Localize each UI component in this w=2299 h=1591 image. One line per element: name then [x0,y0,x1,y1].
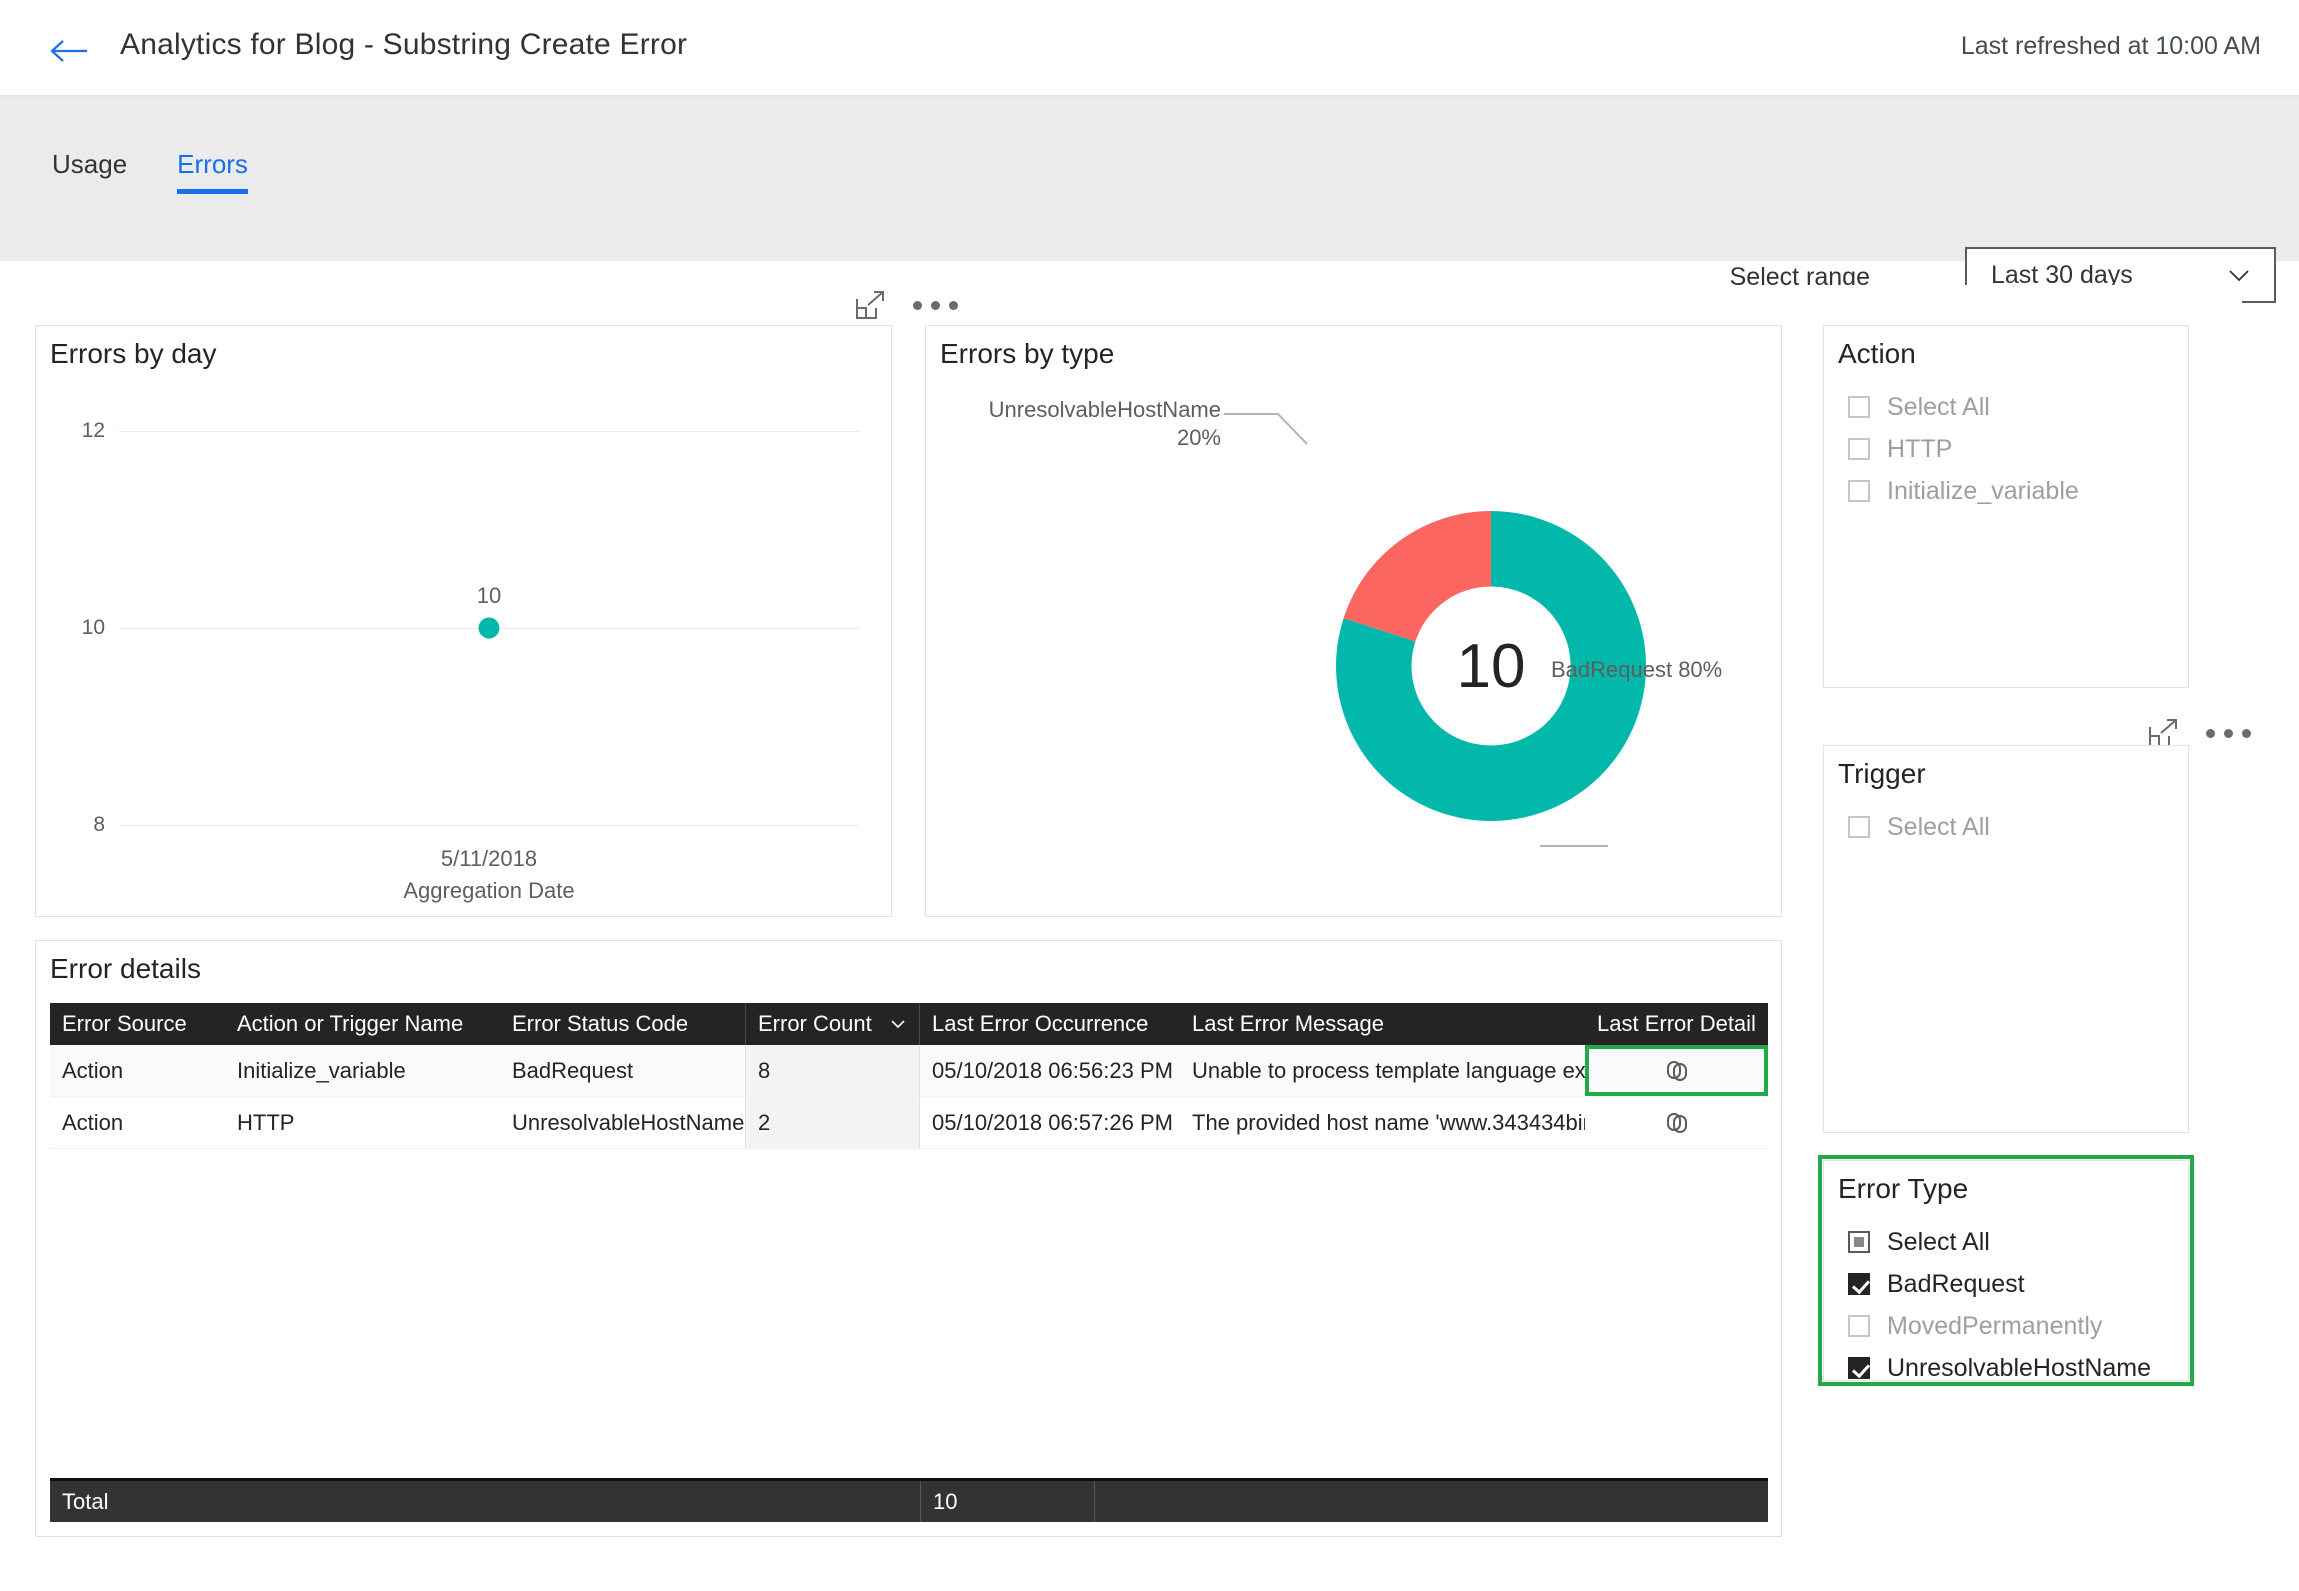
errors-by-day-xaxis: 5/11/2018 Aggregation Date [119,326,859,916]
trigger-slicer-list: Select All [1848,806,1990,848]
slicer-item-label: MovedPermanently [1887,1312,2102,1341]
cell-last-error-message: The provided host name 'www.343434bing.c… [1180,1097,1585,1148]
donut-label-value: 20% [971,424,1221,452]
y-tick-label: 8 [93,813,105,837]
link-detail-icon[interactable] [1661,1055,1693,1087]
focus-mode-icon[interactable] [855,290,885,320]
tab-usage[interactable]: Usage [52,149,127,194]
checkbox-icon[interactable] [1848,438,1870,460]
slicer-item-http[interactable]: HTTP [1848,428,2079,470]
slicer-item-initialize-variable[interactable]: Initialize_variable [1848,470,2079,512]
slicer-item-label: Select All [1887,813,1990,842]
table-header-row: Error Source Action or Trigger Name Erro… [50,1003,1768,1045]
column-header-error-count-label: Error Count [758,1011,872,1037]
total-spacer [1095,1481,1768,1522]
back-arrow-icon [49,38,89,64]
error-details-visual[interactable]: Error details Error Source Action or Tri… [35,940,1782,1537]
column-header-last-error-detail[interactable]: Last Error Detail [1585,1003,1768,1045]
error-type-slicer-title: Error Type [1838,1173,1968,1205]
column-header-last-error-occurrence[interactable]: Last Error Occurrence [920,1003,1180,1045]
trigger-slicer-title: Trigger [1838,758,1926,790]
focus-mode-icon[interactable] [2148,718,2178,748]
errors-by-type-visual[interactable]: Errors by type UnresolvableHostName 20% … [925,325,1782,917]
page-title: Analytics for Blog - Substring Create Er… [120,28,687,62]
donut-slice-unresolvablehostname[interactable] [1344,511,1491,641]
last-refreshed-text: Last refreshed at 10:00 AM [1961,32,2261,61]
y-tick-label: 12 [82,419,105,443]
error-details-table: Error Source Action or Trigger Name Erro… [50,1003,1768,1149]
x-axis-title: Aggregation Date [119,878,859,904]
callout-line-unresolvable [1224,414,1307,444]
cell-error-count: 8 [745,1045,920,1096]
cell-error-source: Action [50,1097,225,1148]
slicer-item-label: Select All [1887,393,1990,422]
slicer-item-badrequest[interactable]: BadRequest [1848,1263,2151,1305]
action-slicer-list: Select All HTTP Initialize_variable [1848,386,2079,512]
app-header: Analytics for Blog - Substring Create Er… [0,0,2299,97]
slicer-item-select-all[interactable]: Select All [1848,806,1990,848]
slicer-item-select-all[interactable]: Select All [1848,386,2079,428]
column-header-error-count[interactable]: Error Count [745,1003,920,1045]
donut-label-name: UnresolvableHostName [971,396,1221,424]
cell-last-error-occurrence: 05/10/2018 06:57:26 PM [920,1097,1180,1148]
tab-errors[interactable]: Errors [177,149,248,194]
checkbox-icon[interactable] [1848,1231,1870,1253]
cell-action-or-trigger-name: HTTP [225,1097,500,1148]
cell-action-or-trigger-name: Initialize_variable [225,1045,500,1096]
checkbox-icon[interactable] [1848,816,1870,838]
donut-label-unresolvablehostname: UnresolvableHostName 20% [971,396,1221,451]
slicer-item-label: Select All [1887,1228,1990,1257]
slicer-item-label: UnresolvableHostName [1887,1354,2151,1383]
more-options-icon[interactable] [2204,723,2253,744]
cell-error-count: 2 [745,1097,920,1148]
trigger-slicer[interactable]: Trigger Select All [1823,745,2189,1133]
checkbox-icon[interactable] [1848,1273,1870,1295]
checkbox-icon[interactable] [1848,1357,1870,1379]
total-error-count: 10 [920,1481,1095,1522]
main-visual-toolbar [855,290,960,320]
back-button[interactable] [48,30,90,72]
more-options-icon[interactable] [911,295,960,316]
column-header-last-error-message[interactable]: Last Error Message [1180,1003,1585,1045]
slicer-item-select-all[interactable]: Select All [1848,1221,2151,1263]
table-row[interactable]: Action HTTP UnresolvableHostName 2 05/10… [50,1097,1768,1149]
x-tick-label: 5/11/2018 [119,846,859,872]
link-detail-icon[interactable] [1661,1107,1693,1139]
filter-strip: Usage Errors Select range Last 30 days [0,97,2299,261]
donut-label-badrequest: BadRequest 80% [1551,656,1722,684]
cell-last-error-detail[interactable] [1585,1045,1768,1096]
donut-chart: UnresolvableHostName 20% BadRequest 80% … [926,326,1781,916]
cell-error-source: Action [50,1045,225,1096]
slicer-item-label: Initialize_variable [1887,477,2079,506]
checkbox-icon[interactable] [1848,1315,1870,1337]
slicer-item-unresolvablehostname[interactable]: UnresolvableHostName [1848,1347,2151,1389]
cell-last-error-message: Unable to process template language expr… [1180,1045,1585,1096]
table-row[interactable]: Action Initialize_variable BadRequest 8 … [50,1045,1768,1097]
cell-last-error-occurrence: 05/10/2018 06:56:23 PM [920,1045,1180,1096]
slicer-item-label: HTTP [1887,435,1952,464]
table-total-row: Total 10 [50,1478,1768,1522]
cell-last-error-detail[interactable] [1585,1097,1768,1148]
slicer-item-movedpermanently[interactable]: MovedPermanently [1848,1305,2151,1347]
action-slicer-title: Action [1838,338,1916,370]
slicer-item-label: BadRequest [1887,1270,2025,1299]
column-header-error-source[interactable]: Error Source [50,1003,225,1045]
y-tick-label: 10 [82,616,105,640]
action-slicer[interactable]: Action Select All HTTP Initialize_variab… [1823,325,2189,688]
errors-by-day-visual[interactable]: Errors by day 12 10 8 10 5/11/2018 Aggre… [35,325,892,917]
total-label: Total [50,1481,920,1522]
report-tabs: Usage Errors [52,149,298,194]
column-header-action-or-trigger-name[interactable]: Action or Trigger Name [225,1003,500,1045]
side-visual-toolbar [2148,718,2253,748]
error-type-slicer-list: Select All BadRequest MovedPermanently U… [1848,1221,2151,1389]
checkbox-icon[interactable] [1848,480,1870,502]
error-type-slicer[interactable]: Error Type Select All BadRequest MovedPe… [1823,1160,2189,1381]
error-details-title: Error details [50,953,201,985]
column-header-error-status-code[interactable]: Error Status Code [500,1003,745,1045]
checkbox-icon[interactable] [1848,396,1870,418]
cell-error-status-code: BadRequest [500,1045,745,1096]
cell-error-status-code: UnresolvableHostName [500,1097,745,1148]
sort-descending-chevron-icon[interactable] [889,1015,907,1033]
